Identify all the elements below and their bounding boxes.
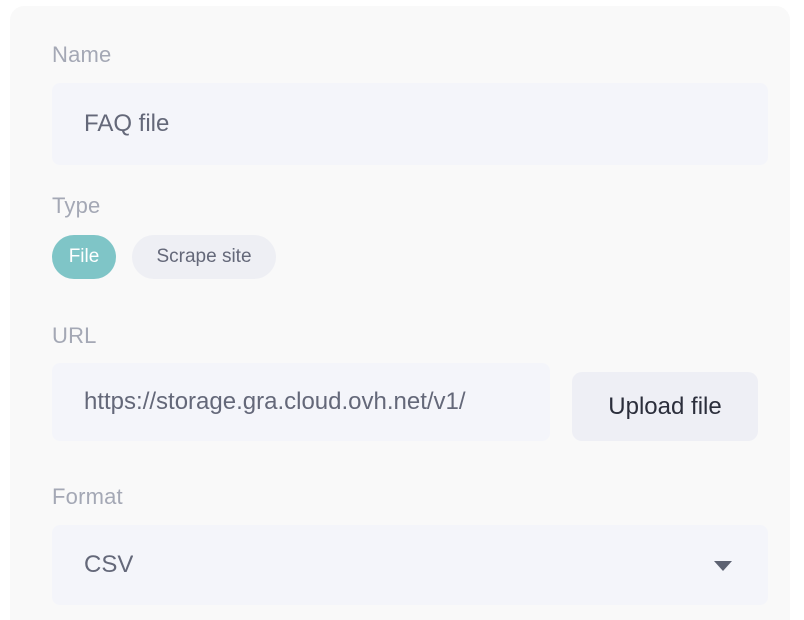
name-label: Name [52,42,112,67]
chevron-down-icon [714,561,732,571]
upload-file-button-label: Upload file [608,392,722,420]
url-label: URL [52,323,97,348]
type-option-scrape-site[interactable]: Scrape site [132,235,276,279]
format-select-value: CSV [84,551,134,578]
name-field[interactable]: FAQ file [52,83,768,165]
form-panel: Name FAQ file Type File Scrape site URL … [10,6,790,620]
upload-file-button[interactable]: Upload file [572,372,758,441]
type-option-file[interactable]: File [52,235,116,279]
type-option-file-label: File [68,246,100,267]
url-field-value: https://storage.gra.cloud.ovh.net/v1/ [84,388,466,415]
type-label: Type [52,193,101,218]
name-field-value: FAQ file [84,110,170,137]
format-select[interactable]: CSV [52,525,768,605]
url-field[interactable]: https://storage.gra.cloud.ovh.net/v1/ [52,363,550,441]
type-option-scrape-site-label: Scrape site [156,246,252,267]
format-label: Format [52,484,123,509]
